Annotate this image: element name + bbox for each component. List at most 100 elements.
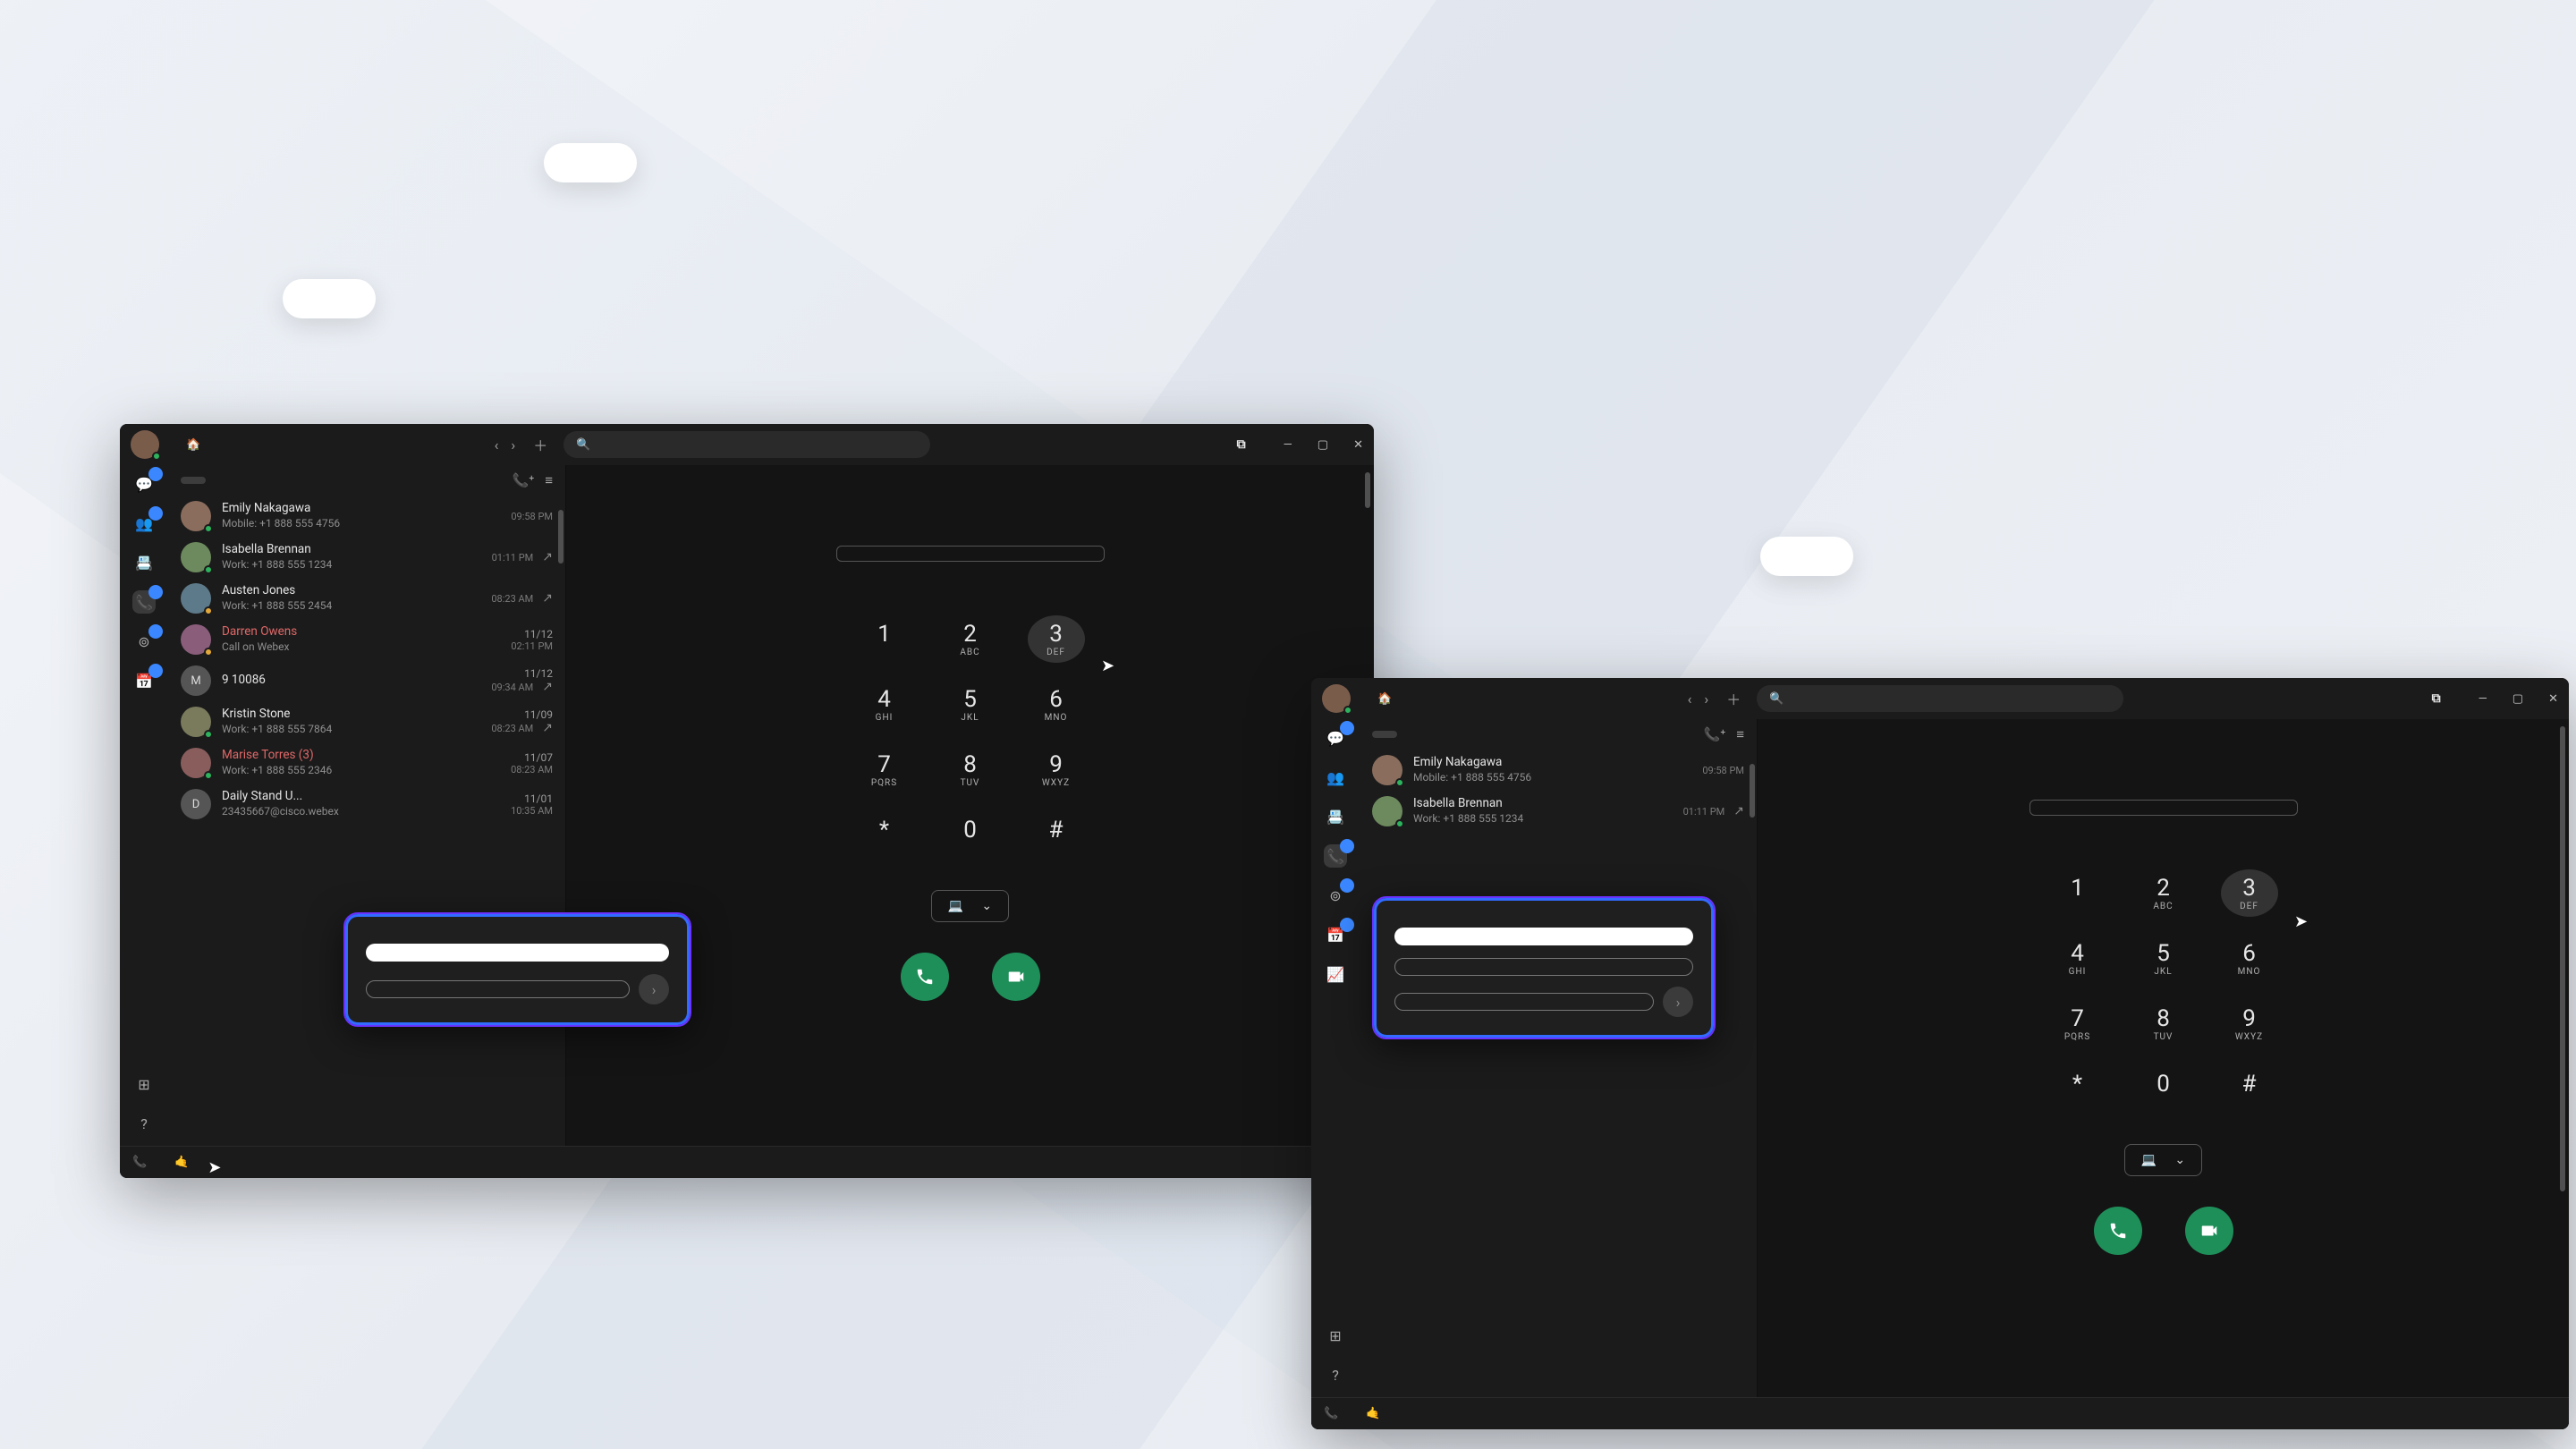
keypad-key[interactable]: * bbox=[856, 811, 913, 849]
search-input[interactable]: 🔍 bbox=[1757, 685, 2123, 712]
nav-back-button[interactable]: ‹ bbox=[1688, 691, 1692, 708]
add-call-icon[interactable]: 📞⁺ bbox=[513, 472, 535, 488]
rail-chat-icon[interactable]: 💬 bbox=[132, 472, 156, 496]
keypad-key[interactable]: 9WXYZ bbox=[2221, 1000, 2278, 1047]
audio-call-button[interactable] bbox=[2094, 1207, 2142, 1255]
call-entry[interactable]: Emily NakagawaMobile: +1 888 555 475609:… bbox=[168, 496, 565, 537]
plus-button[interactable]: ＋ bbox=[1726, 688, 1741, 709]
other-pick-up-button[interactable] bbox=[1394, 958, 1693, 976]
pickup-go-button[interactable]: › bbox=[639, 974, 669, 1004]
call-entry[interactable]: Austen JonesWork: +1 888 555 245408:23 A… bbox=[168, 578, 565, 619]
keypad-key[interactable]: 4GHI bbox=[856, 681, 913, 728]
dial-search-input[interactable] bbox=[836, 546, 1105, 562]
call-pickup-link[interactable]: 🤙 bbox=[174, 1156, 193, 1169]
keypad-key[interactable]: * bbox=[2049, 1065, 2106, 1103]
keypad-key[interactable]: 9WXYZ bbox=[1028, 746, 1085, 793]
maximize-button[interactable]: ▢ bbox=[2512, 692, 2523, 706]
rail-calendar-icon[interactable]: 📅 bbox=[1324, 923, 1347, 946]
device-selector[interactable]: 💻 ⌄ bbox=[2124, 1144, 2202, 1176]
rail-help-icon[interactable]: ? bbox=[132, 1112, 156, 1135]
pickup-number-input[interactable] bbox=[1394, 993, 1654, 1011]
close-button[interactable]: ✕ bbox=[1353, 438, 1363, 452]
keypad-key[interactable]: 8TUV bbox=[942, 746, 999, 793]
nav-forward-button[interactable]: › bbox=[1704, 691, 1708, 708]
filter-icon[interactable]: ≡ bbox=[1736, 726, 1744, 742]
keypad-key[interactable]: 2ABC bbox=[942, 615, 999, 663]
self-avatar[interactable] bbox=[131, 430, 159, 459]
call-entry[interactable]: M9 1008611/1209:34 AM↗ bbox=[168, 660, 565, 701]
rail-apps-icon[interactable]: ⊞ bbox=[1324, 1324, 1347, 1347]
search-input[interactable]: 🔍 bbox=[564, 431, 930, 458]
keypad-key[interactable]: # bbox=[2221, 1065, 2278, 1103]
connect-button[interactable]: ⧉ bbox=[2432, 691, 2446, 706]
filter-icon[interactable]: ≡ bbox=[545, 472, 553, 488]
keypad-key[interactable]: 2ABC bbox=[2135, 869, 2192, 917]
video-call-button[interactable] bbox=[2185, 1207, 2233, 1255]
rail-phone-icon[interactable]: 📞 bbox=[132, 590, 156, 614]
keypad-key[interactable]: 3DEF bbox=[1028, 615, 1085, 663]
rail-contacts-icon[interactable]: 📇 bbox=[132, 551, 156, 574]
call-entry[interactable]: Marise Torres (3)Work: +1 888 555 234611… bbox=[168, 742, 565, 784]
rail-contacts-icon[interactable]: 📇 bbox=[1324, 805, 1347, 828]
rail-calendar-icon[interactable]: 📅 bbox=[132, 669, 156, 692]
scrollbar[interactable] bbox=[558, 510, 564, 564]
add-call-icon[interactable]: 📞⁺ bbox=[1704, 726, 1726, 742]
self-avatar[interactable] bbox=[1322, 684, 1351, 713]
call-entry[interactable]: Isabella BrennanWork: +1 888 555 123401:… bbox=[1360, 791, 1757, 832]
keypad-key[interactable]: 8TUV bbox=[2135, 1000, 2192, 1047]
close-button[interactable]: ✕ bbox=[2548, 692, 2558, 706]
keypad-key[interactable]: 5JKL bbox=[942, 681, 999, 728]
rail-vitals-icon[interactable]: 📈 bbox=[1324, 962, 1347, 986]
pickup-go-button[interactable]: › bbox=[1663, 987, 1693, 1017]
nav-forward-button[interactable]: › bbox=[511, 436, 515, 453]
keypad-key[interactable]: 4GHI bbox=[2049, 935, 2106, 982]
call-entry[interactable]: Isabella BrennanWork: +1 888 555 123401:… bbox=[168, 537, 565, 578]
filter-missed[interactable] bbox=[1408, 731, 1433, 738]
minimize-button[interactable]: — bbox=[2479, 692, 2487, 706]
audio-call-button[interactable] bbox=[901, 953, 949, 1001]
rail-voicemail-icon[interactable]: ⊚ bbox=[132, 630, 156, 653]
keypad-key[interactable]: 0 bbox=[2135, 1065, 2192, 1103]
keypad-key[interactable]: 3DEF bbox=[2221, 869, 2278, 917]
rail-apps-icon[interactable]: ⊞ bbox=[132, 1072, 156, 1096]
pick-up-button[interactable] bbox=[366, 944, 669, 962]
keypad-key[interactable]: 7PQRS bbox=[856, 746, 913, 793]
plus-button[interactable]: ＋ bbox=[533, 434, 547, 455]
call-entry[interactable]: Emily NakagawaMobile: +1 888 555 475609:… bbox=[1360, 750, 1757, 791]
connect-button[interactable]: ⧉ bbox=[1237, 437, 1251, 452]
dial-search-input[interactable] bbox=[2029, 800, 2298, 816]
keypad-key[interactable]: 1 bbox=[856, 615, 913, 663]
filter-missed[interactable] bbox=[216, 477, 242, 484]
keypad-key[interactable]: 0 bbox=[942, 811, 999, 849]
call-entry[interactable]: Kristin StoneWork: +1 888 555 786411/090… bbox=[168, 701, 565, 742]
filter-all[interactable] bbox=[1372, 731, 1397, 738]
call-entry[interactable]: Darren OwensCall on Webex11/1202:11 PM bbox=[168, 619, 565, 660]
rail-phone-icon[interactable]: 📞 bbox=[1324, 844, 1347, 868]
rail-help-icon[interactable]: ? bbox=[1324, 1363, 1347, 1386]
keypad-key[interactable]: 5JKL bbox=[2135, 935, 2192, 982]
keypad-key[interactable]: 6MNO bbox=[2221, 935, 2278, 982]
nav-back-button[interactable]: ‹ bbox=[495, 436, 499, 453]
call-settings-link[interactable]: 📞 bbox=[1324, 1407, 1343, 1420]
pickup-number-input[interactable] bbox=[366, 980, 630, 998]
rail-voicemail-icon[interactable]: ⊚ bbox=[1324, 884, 1347, 907]
keypad-key[interactable]: # bbox=[1028, 811, 1085, 849]
scrollbar[interactable] bbox=[1750, 764, 1755, 818]
maximize-button[interactable]: ▢ bbox=[1318, 438, 1328, 452]
rail-chat-icon[interactable]: 💬 bbox=[1324, 726, 1347, 750]
rail-teams-icon[interactable]: 👥 bbox=[132, 512, 156, 535]
call-entry[interactable]: DDaily Stand U...23435667@cisco.webex11/… bbox=[168, 784, 565, 825]
keypad-key[interactable]: 1 bbox=[2049, 869, 2106, 917]
keypad-key[interactable]: 6MNO bbox=[1028, 681, 1085, 728]
minimize-button[interactable]: — bbox=[1284, 438, 1292, 452]
pick-up-button[interactable] bbox=[1394, 928, 1693, 945]
scrollbar[interactable] bbox=[2560, 726, 2565, 1191]
call-pickup-link[interactable]: 🤙 bbox=[1366, 1407, 1385, 1420]
keypad-key[interactable]: 7PQRS bbox=[2049, 1000, 2106, 1047]
video-call-button[interactable] bbox=[992, 953, 1040, 1001]
rail-teams-icon[interactable]: 👥 bbox=[1324, 766, 1347, 789]
scrollbar[interactable] bbox=[1365, 472, 1370, 508]
call-settings-link[interactable]: 📞 bbox=[132, 1156, 151, 1169]
device-selector[interactable]: 💻 ⌄ bbox=[931, 890, 1009, 922]
filter-all[interactable] bbox=[181, 477, 206, 484]
